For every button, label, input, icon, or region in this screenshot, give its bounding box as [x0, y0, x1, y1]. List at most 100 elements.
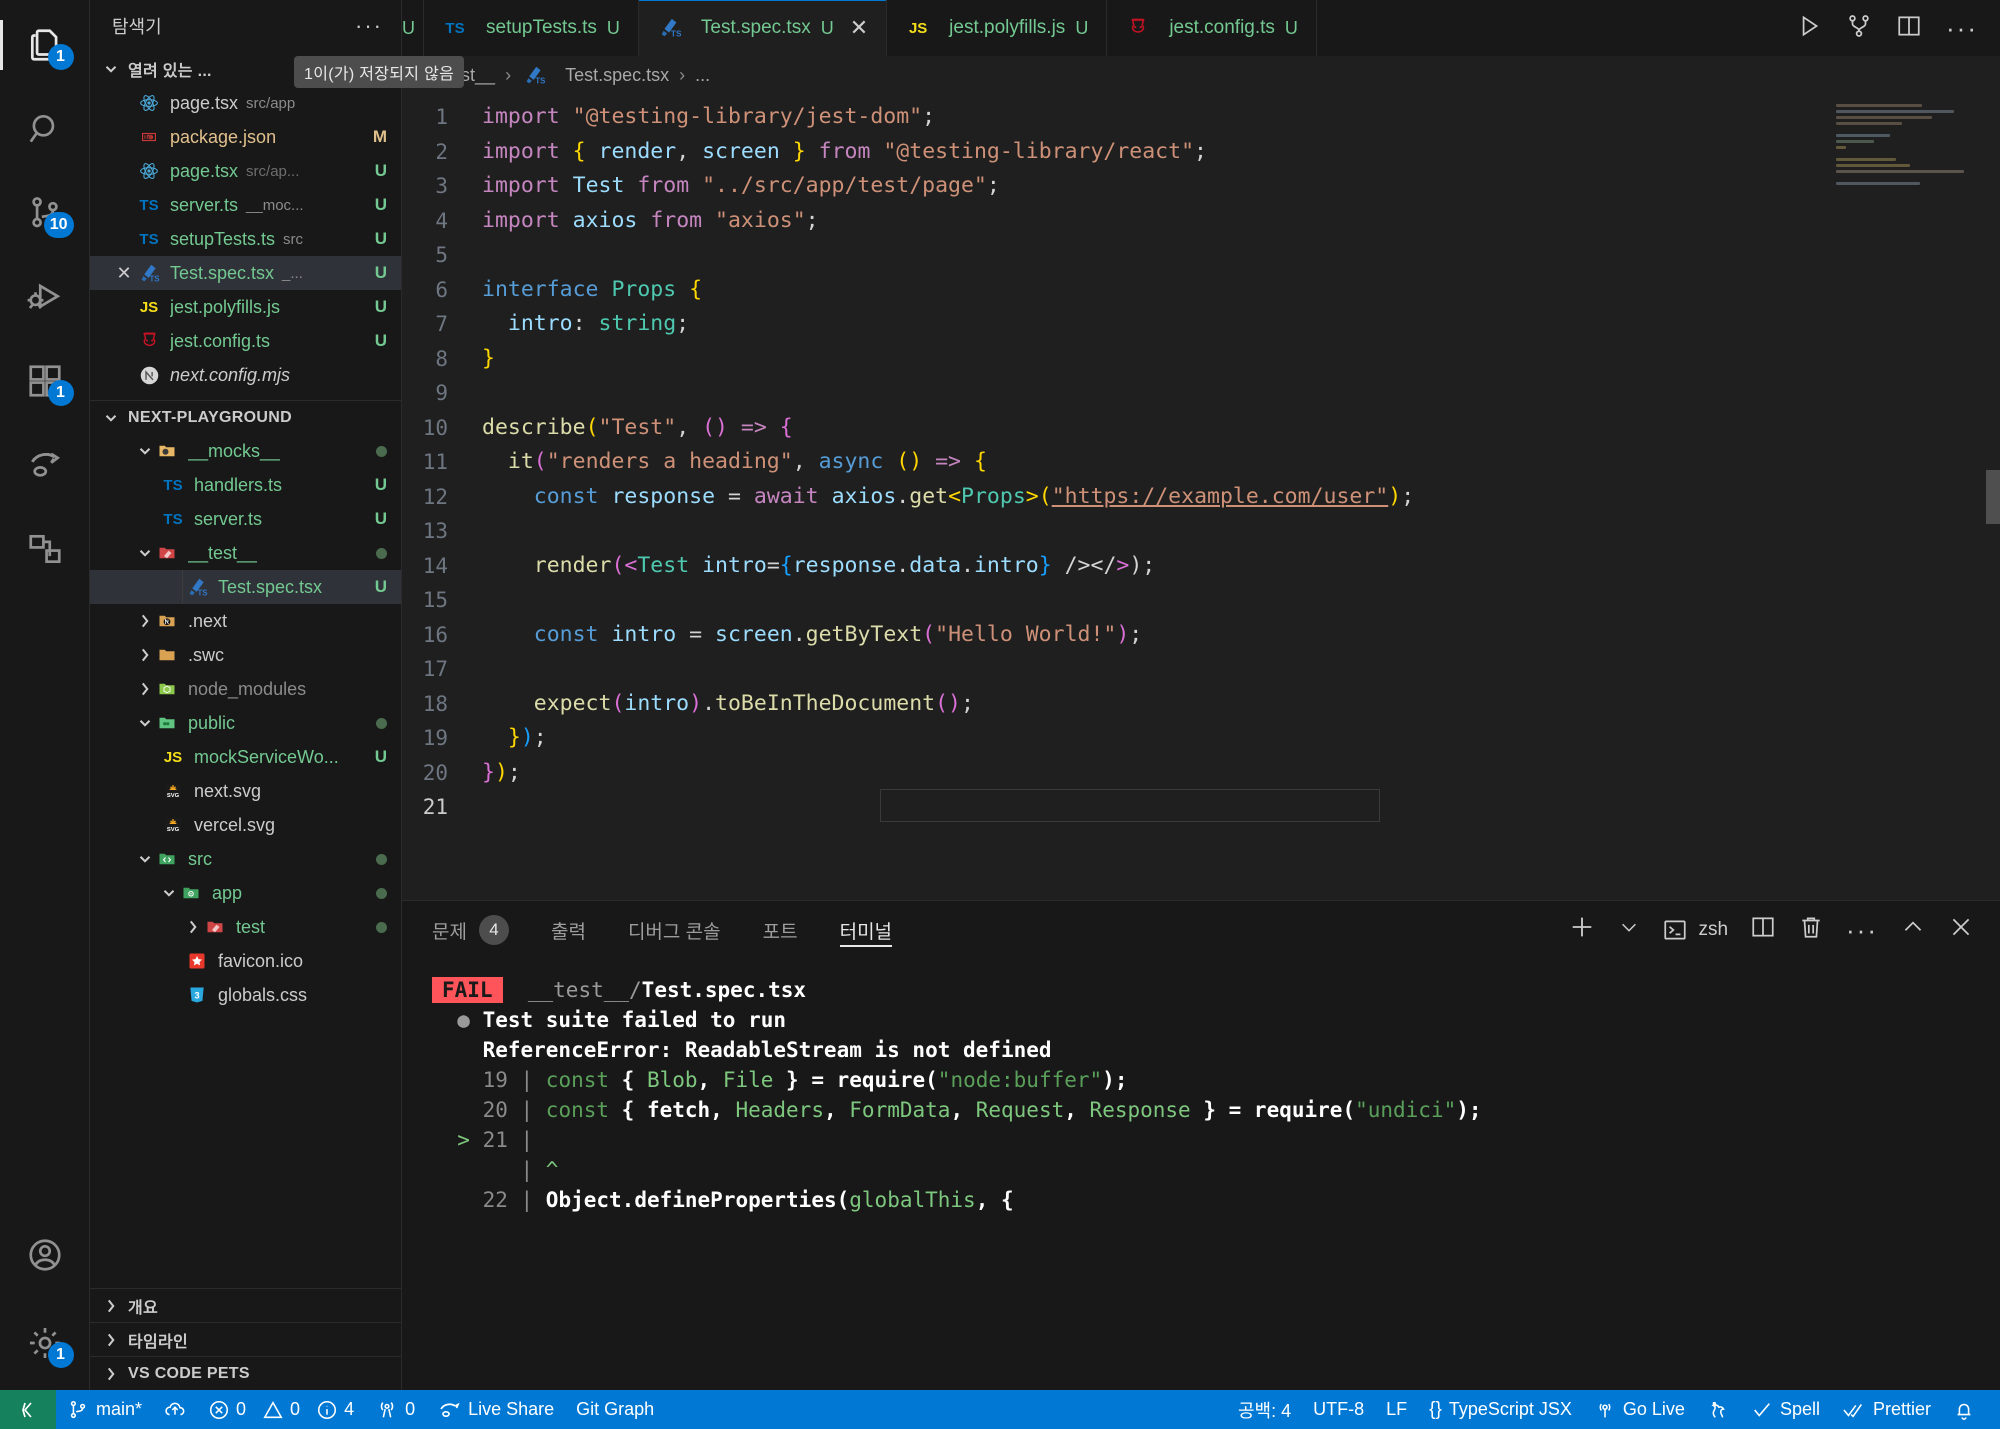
panel-tab-debug-console[interactable]: 디버그 콘솔	[628, 901, 721, 959]
radio-tower-status[interactable]: 0	[365, 1390, 426, 1429]
tree-folder-node-modules[interactable]: node_modules	[90, 672, 401, 706]
branch-status[interactable]: main*	[56, 1390, 153, 1429]
split-terminal-button[interactable]	[1750, 914, 1776, 946]
tree-folder-test-root[interactable]: __test__	[90, 536, 401, 570]
git-graph-button[interactable]: Git Graph	[565, 1390, 665, 1429]
tree-folder-src[interactable]: src	[90, 842, 401, 876]
tab-setupTests[interactable]: TS setupTests.ts U	[424, 0, 639, 56]
run-and-debug-split-button[interactable]	[1846, 13, 1872, 44]
tree-folder-swc[interactable]: .swc	[90, 638, 401, 672]
close-icon[interactable]: ✕	[850, 15, 868, 41]
vs-code-pets-status[interactable]	[1696, 1390, 1740, 1429]
tree-file-favicon[interactable]: favicon.ico	[90, 944, 401, 978]
activity-bar-item-live-share[interactable]	[14, 434, 76, 496]
open-editor-item[interactable]: page.tsx src/app	[90, 86, 401, 120]
encoding-status[interactable]: UTF-8	[1302, 1390, 1375, 1429]
fork-icon	[1849, 14, 1869, 37]
unstaged-dot	[376, 853, 387, 865]
file-tree: __mocks__ TS handlers.ts U TS server.ts …	[90, 434, 401, 1288]
new-terminal-button[interactable]	[1568, 913, 1596, 947]
terminal-more-actions[interactable]: ···	[1846, 917, 1878, 943]
tree-folder-mocks[interactable]: __mocks__	[90, 434, 401, 468]
panel-tab-terminal[interactable]: 터미널	[839, 901, 893, 959]
terminal-profile-dropdown[interactable]	[1618, 916, 1640, 944]
code-editor[interactable]: 1 import "@testing-library/jest-dom"; 2 imp…	[402, 94, 2000, 900]
tree-file-handlers[interactable]: TS handlers.ts U	[90, 468, 401, 502]
editor-scrollbar[interactable]	[1986, 470, 2000, 524]
kill-terminal-button[interactable]	[1798, 914, 1824, 946]
tree-file-msw[interactable]: JS mockServiceWo... U	[90, 740, 401, 774]
activity-bar-item-explorer[interactable]: 1	[0, 14, 76, 76]
activity-bar-item-settings[interactable]: 1	[14, 1312, 76, 1374]
notifications-bell[interactable]	[1942, 1390, 1986, 1429]
activity-bar-item-testing[interactable]	[14, 518, 76, 580]
terminal-output[interactable]: FAIL __test__/Test.spec.tsx ● Test suite…	[402, 959, 2000, 1390]
tree-folder-app-test[interactable]: test	[90, 910, 401, 944]
folder-name: public	[188, 712, 236, 733]
open-editor-item[interactable]: JS jest.polyfills.js U	[90, 290, 401, 324]
tree-file-vercel-svg[interactable]: SVG vercel.svg	[90, 808, 401, 842]
tab-partial-left[interactable]: U	[402, 0, 424, 56]
check-icon	[1754, 1402, 1770, 1417]
tree-file-globals-css[interactable]: 3 globals.css	[90, 978, 401, 1012]
split-editor-button[interactable]	[1896, 13, 1922, 44]
error-icon	[210, 1400, 229, 1419]
indentation-status[interactable]: 공백: 4	[1227, 1390, 1302, 1429]
maximize-panel-button[interactable]	[1900, 914, 1926, 946]
tab-jest-polyfills[interactable]: JS jest.polyfills.js U	[887, 0, 1108, 56]
close-panel-button[interactable]	[1948, 914, 1974, 946]
activity-bar-item-search[interactable]	[14, 98, 76, 160]
tree-folder-app[interactable]: app	[90, 876, 401, 910]
panel-tab-output[interactable]: 출력	[551, 901, 586, 959]
tree-folder-next[interactable]: .next	[90, 604, 401, 638]
minimap[interactable]	[1836, 104, 1986, 196]
timeline-label: 타임라인	[128, 1333, 189, 1351]
open-editor-item[interactable]: TS server.ts __moc... U	[90, 188, 401, 222]
open-editor-item-selected[interactable]: ✕ TS Test.spec.tsx _... U	[90, 256, 401, 290]
tree-file-test-spec-selected[interactable]: TS Test.spec.tsx U	[90, 570, 401, 604]
prettier-status[interactable]: Prettier	[1831, 1390, 1942, 1429]
section-timeline[interactable]: 타임라인	[90, 1322, 401, 1356]
activity-bar-item-extensions[interactable]: 1	[14, 350, 76, 412]
problems-badge: 4	[478, 915, 509, 945]
breadcrumb-symbol[interactable]: ...	[695, 65, 710, 86]
remote-indicator-button[interactable]	[0, 1390, 56, 1429]
tab-Test-spec[interactable]: TS Test.spec.tsx U ✕	[638, 0, 888, 56]
problems-status[interactable]: 0 0 4	[197, 1390, 365, 1429]
eol-status[interactable]: LF	[1375, 1390, 1418, 1429]
tree-file-server[interactable]: TS server.ts U	[90, 502, 401, 536]
tree-folder-public[interactable]: public	[90, 706, 401, 740]
panel-tab-ports[interactable]: 포트	[763, 901, 798, 959]
section-workspace[interactable]: NEXT-PLAYGROUND	[90, 400, 401, 434]
code-line-content: });	[482, 759, 521, 785]
folder-name: .swc	[188, 644, 224, 665]
section-outline[interactable]: 개요	[90, 1288, 401, 1322]
terminal-shell-tab[interactable]: zsh	[1662, 917, 1728, 943]
live-share-button[interactable]: Live Share	[426, 1390, 565, 1429]
breadcrumb-file[interactable]: Test.spec.tsx	[565, 65, 669, 86]
panel-tab-problems[interactable]: 문제 4	[432, 901, 509, 959]
tree-file-next-svg[interactable]: SVG next.svg	[90, 774, 401, 808]
open-editor-item[interactable]: page.tsx src/ap... U	[90, 154, 401, 188]
open-editor-item[interactable]: TS setupTests.ts src U	[90, 222, 401, 256]
language-mode-status[interactable]: {} TypeScript JSX	[1418, 1390, 1583, 1429]
next-icon	[136, 363, 162, 387]
more-actions-button[interactable]: ···	[1946, 15, 1978, 41]
close-icon[interactable]: ✕	[112, 263, 136, 284]
section-open-editors[interactable]: 열려 있는 ... 1이(가) 저장되지 않음	[90, 52, 465, 88]
open-editor-item[interactable]: jest.config.ts U	[90, 324, 401, 358]
activity-bar-item-accounts[interactable]	[14, 1224, 76, 1286]
sidebar-more-actions-button[interactable]: ···	[355, 13, 383, 39]
pets-icon	[1711, 1401, 1725, 1418]
section-vs-code-pets[interactable]: VS CODE PETS	[90, 1356, 401, 1390]
open-editor-item[interactable]: next.config.mjs	[90, 358, 401, 392]
code-line: 20});	[402, 756, 2000, 791]
run-file-button[interactable]	[1796, 13, 1822, 44]
open-editor-item[interactable]: package.json M	[90, 120, 401, 154]
spell-checker-status[interactable]: Spell	[1740, 1390, 1831, 1429]
activity-bar-item-run-debug[interactable]	[14, 266, 76, 328]
activity-bar-item-source-control[interactable]: 10	[14, 182, 76, 244]
tab-jest-config[interactable]: jest.config.ts U	[1107, 0, 1317, 56]
sync-changes-button[interactable]	[153, 1390, 197, 1429]
go-live-button[interactable]: Go Live	[1583, 1390, 1696, 1429]
